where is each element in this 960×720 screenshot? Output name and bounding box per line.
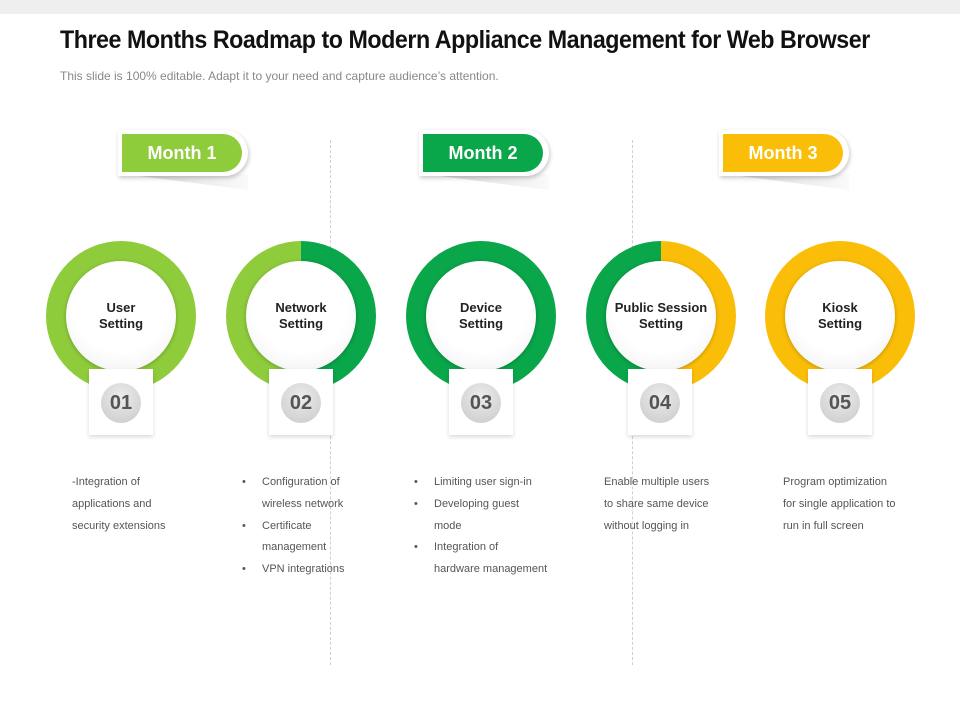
bullet-icon: •	[414, 541, 418, 554]
step-4-label: Public Session Setting	[611, 300, 711, 332]
step-3-label: Device Setting	[431, 300, 531, 332]
step-3-label-line1: Device	[460, 300, 502, 315]
step-3-number: 03	[461, 383, 501, 423]
step-5-label: Kiosk Setting	[790, 300, 890, 332]
step-1-label-line2: Setting	[98, 316, 144, 331]
step-1-label-line1: User	[106, 300, 136, 315]
step-2-label-line2: Setting	[278, 316, 324, 331]
month-1-label: Month 1	[122, 134, 242, 172]
step-2-label-line1: Network	[275, 300, 327, 315]
month-3-label: Month 3	[723, 134, 843, 172]
step-3-description: • Limiting user sign-in • Developing gue…	[414, 472, 547, 581]
bullet-icon: •	[414, 476, 418, 488]
list-item-line: Developing guest	[434, 497, 520, 510]
description-line: for single application to	[783, 497, 896, 510]
step-2-description: • Configuration of wireless network • Ce…	[242, 472, 345, 581]
list-item-line: Integration of	[434, 541, 499, 554]
step-3-number-card: 03	[449, 369, 513, 435]
step-1-circle: User Setting	[66, 261, 176, 371]
month-tag-pill: Month 1	[118, 130, 248, 176]
step-5-description: Program optimization for single applicat…	[783, 472, 896, 537]
step-5-label-line2: Setting	[817, 316, 863, 331]
step-2-label: Network Setting	[251, 300, 351, 332]
list-item: • Integration of hardware management	[414, 537, 547, 581]
description-line: Program optimization	[783, 476, 887, 488]
step-4-description: Enable multiple users to share same devi…	[604, 472, 709, 537]
list-item: • Limiting user sign-in	[414, 472, 547, 494]
step-4-number-card: 04	[628, 369, 692, 435]
list-item: • VPN integrations	[242, 559, 345, 581]
description-line: without logging in	[604, 519, 690, 532]
step-4-label-line1: Public Session	[614, 300, 708, 315]
step-2-number-card: 02	[269, 369, 333, 435]
list-item: • Configuration of wireless network	[242, 472, 345, 516]
step-4-circle: Public Session Setting	[606, 261, 716, 371]
list-item-line: wireless network	[262, 497, 344, 510]
list-item-line: Certificate	[262, 519, 312, 532]
month-tag-shadow	[425, 174, 549, 190]
month-tag-pill: Month 3	[719, 130, 849, 176]
step-1-label: User Setting	[71, 300, 171, 332]
list-item-line: mode	[434, 519, 462, 532]
bullet-icon: •	[242, 563, 246, 576]
step-1-description: -Integration of applications and securit…	[72, 472, 166, 537]
description-line: run in full screen	[783, 519, 864, 532]
description-line: applications and	[72, 497, 152, 510]
step-1-number-card: 01	[89, 369, 153, 435]
step-5-number-card: 05	[808, 369, 872, 435]
step-4-label-line2: Setting	[638, 316, 684, 331]
bullet-icon: •	[242, 519, 246, 532]
month-tag-pill: Month 2	[419, 130, 549, 176]
month-1-tag: Month 1	[118, 130, 248, 190]
list-item-line: Limiting user sign-in	[434, 476, 532, 488]
month-3-tag: Month 3	[719, 130, 849, 190]
list-item-line: Configuration of	[262, 476, 340, 488]
month-2-label: Month 2	[423, 134, 543, 172]
list-item: • Developing guest mode	[414, 494, 547, 538]
list-item-line: VPN integrations	[262, 563, 345, 576]
step-5-label-line1: Kiosk	[822, 300, 858, 315]
bullet-icon: •	[414, 497, 418, 510]
list-item-line: management	[262, 541, 327, 554]
slide-title: Three Months Roadmap to Modern Appliance…	[60, 26, 870, 54]
description-line: security extensions	[72, 519, 166, 532]
month-2-tag: Month 2	[419, 130, 549, 190]
step-3-circle: Device Setting	[426, 261, 536, 371]
top-bar	[0, 0, 960, 14]
bullet-icon: •	[242, 476, 246, 488]
step-2-number: 02	[281, 383, 321, 423]
step-5-circle: Kiosk Setting	[785, 261, 895, 371]
step-5-number: 05	[820, 383, 860, 423]
month-tag-shadow	[124, 174, 248, 190]
month-tag-shadow	[725, 174, 849, 190]
description-line: to share same device	[604, 497, 709, 510]
slide-subtitle: This slide is 100% editable. Adapt it to…	[60, 69, 499, 83]
description-line: -Integration of	[72, 476, 140, 488]
step-3-label-line2: Setting	[458, 316, 504, 331]
step-2-circle: Network Setting	[246, 261, 356, 371]
step-4-number: 04	[640, 383, 680, 423]
list-item: • Certificate management	[242, 516, 345, 560]
description-line: Enable multiple users	[604, 476, 710, 488]
step-1-number: 01	[101, 383, 141, 423]
list-item-line: hardware management	[434, 563, 548, 576]
